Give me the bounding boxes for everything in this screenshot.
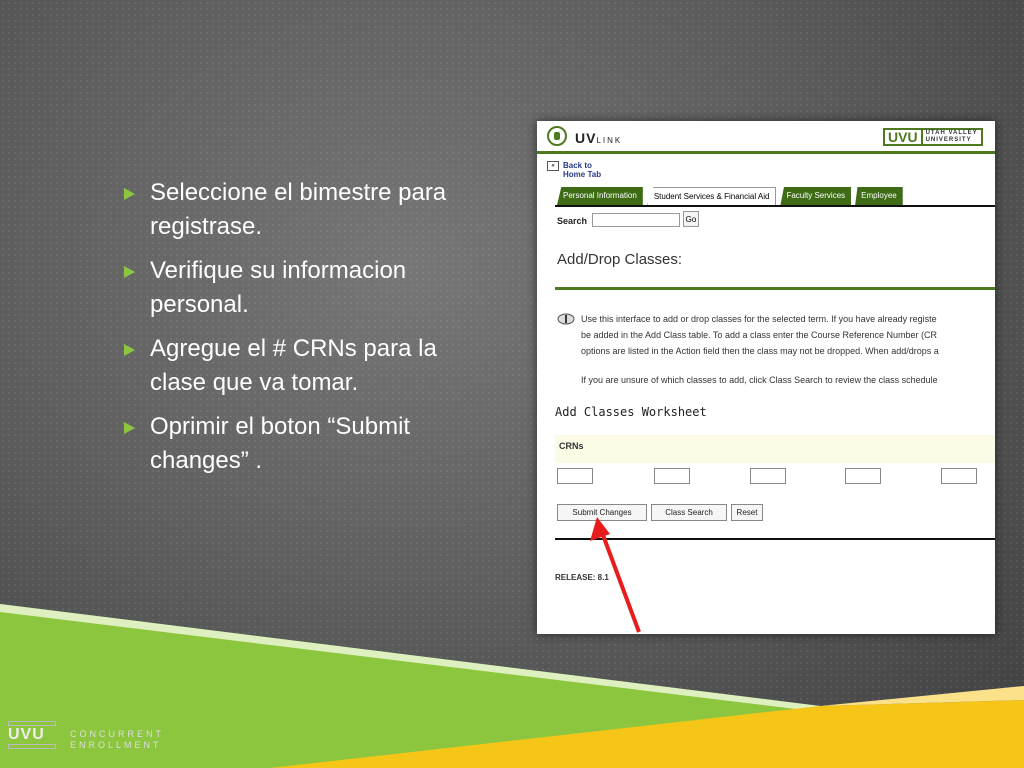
uvu-footer-logo: UVU (8, 720, 56, 750)
decorative-swoosh (0, 604, 1024, 768)
concurrent-enrollment-label: CONCURRENT ENROLLMENT (70, 729, 164, 750)
